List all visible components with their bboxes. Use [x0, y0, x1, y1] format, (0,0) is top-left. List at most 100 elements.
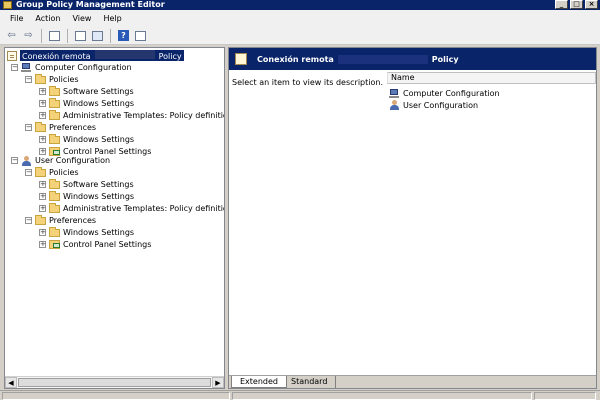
tab-standard[interactable]: Standard: [283, 376, 337, 388]
window-titlebar: Group Policy Management Editor _ □ ×: [0, 0, 600, 10]
tree-user-preferences[interactable]: − Preferences: [25, 214, 97, 226]
tab-extended[interactable]: Extended: [231, 376, 287, 388]
window-controls: _ □ ×: [555, 0, 598, 10]
menu-help[interactable]: Help: [99, 10, 129, 27]
scroll-thumb[interactable]: [18, 378, 211, 387]
export-list-icon[interactable]: [90, 29, 105, 43]
tree-label: Administrative Templates: Policy definit…: [63, 204, 225, 213]
tree-label: Control Panel Settings: [63, 240, 152, 249]
tree-user-pref-control-panel[interactable]: + Control Panel Settings: [39, 239, 151, 250]
window-title: Group Policy Management Editor: [16, 0, 165, 9]
tree-label: Windows Settings: [63, 135, 135, 144]
tree-user-windows-settings[interactable]: + Windows Settings: [39, 190, 135, 202]
redacted-gpo-name: [337, 54, 428, 64]
details-header-title: Conexión remota: [257, 54, 334, 64]
back-arrow-icon[interactable]: ⇦: [4, 29, 19, 43]
tree-label: Windows Settings: [63, 192, 135, 201]
show-hide-action-pane-icon[interactable]: [133, 29, 148, 43]
toolbar-separator: [67, 28, 68, 43]
tree-label: Computer Configuration: [35, 63, 132, 72]
tree-label: Preferences: [49, 216, 97, 225]
tree-computer-windows-settings[interactable]: + Windows Settings: [39, 97, 135, 109]
expand-toggle[interactable]: +: [39, 136, 46, 143]
tree-user-admin-templates[interactable]: + Administrative Templates: Policy defin…: [39, 202, 225, 214]
tree-user-configuration[interactable]: − User Configuration: [11, 155, 110, 166]
toolbar-separator: [110, 28, 111, 43]
tree-label: Software Settings: [63, 87, 134, 96]
menu-action[interactable]: Action: [31, 10, 68, 27]
tree-label: Policies: [49, 168, 79, 177]
tree-label: Windows Settings: [63, 99, 135, 108]
scroll-right-arrow-icon[interactable]: ▶: [212, 377, 224, 388]
tree-root-label[interactable]: Conexión remota Policy: [20, 50, 184, 61]
close-button[interactable]: ×: [585, 0, 598, 9]
user-icon: [389, 100, 400, 110]
tree-horizontal-scrollbar[interactable]: ◀ ▶: [5, 376, 224, 388]
details-pane: Conexión remota Policy Select an item to…: [228, 47, 597, 389]
tree-user-policies[interactable]: − Policies: [25, 166, 79, 178]
expand-toggle[interactable]: +: [39, 205, 46, 212]
collapse-toggle[interactable]: −: [25, 76, 32, 83]
collapse-toggle[interactable]: −: [11, 64, 18, 71]
folder-icon: [49, 178, 60, 189]
details-body: Select an item to view its description. …: [229, 70, 596, 376]
policy-document-icon: [235, 53, 247, 65]
expand-toggle[interactable]: +: [39, 88, 46, 95]
tree-user-pref-windows-settings[interactable]: + Windows Settings: [39, 226, 135, 238]
details-header: Conexión remota Policy: [229, 48, 596, 70]
scroll-left-arrow-icon[interactable]: ◀: [5, 377, 17, 388]
tree-computer-policies[interactable]: − Policies: [25, 73, 79, 85]
status-segment: [2, 392, 230, 400]
tree-root[interactable]: Conexión remota Policy: [7, 50, 184, 61]
tree-computer-preferences[interactable]: − Preferences: [25, 121, 96, 133]
tree-pane[interactable]: Conexión remota Policy − Computer Configu…: [4, 47, 225, 389]
status-segment: [534, 392, 596, 400]
tree-label: Windows Settings: [63, 228, 135, 237]
toolbar: ⇦ ⇨ ?: [0, 27, 600, 45]
expand-toggle[interactable]: +: [39, 148, 46, 155]
expand-toggle[interactable]: +: [39, 112, 46, 119]
tree-computer-configuration[interactable]: − Computer Configuration: [11, 62, 132, 73]
properties-icon[interactable]: [73, 29, 88, 43]
redacted-gpo-name: [94, 50, 155, 59]
items-list[interactable]: Name Computer Configuration User Configu…: [387, 72, 596, 374]
show-hide-tree-icon[interactable]: [47, 29, 62, 43]
computer-icon: [389, 88, 400, 98]
tree-label: Administrative Templates: Policy definit…: [63, 111, 225, 120]
maximize-button[interactable]: □: [570, 0, 583, 9]
collapse-toggle[interactable]: −: [11, 157, 18, 164]
expand-toggle[interactable]: +: [39, 193, 46, 200]
column-header-name[interactable]: Name: [387, 72, 596, 84]
tree-user-software-settings[interactable]: + Software Settings: [39, 178, 134, 190]
list-item[interactable]: User Configuration: [389, 99, 478, 111]
folder-icon: [49, 85, 60, 96]
view-tabs: Extended Standard: [229, 375, 596, 388]
tree-computer-pref-windows-settings[interactable]: + Windows Settings: [39, 133, 135, 145]
folder-icon: [35, 73, 46, 84]
forward-arrow-icon[interactable]: ⇨: [21, 29, 36, 43]
folder-icon: [35, 214, 46, 225]
folder-icon: [49, 202, 60, 213]
menu-view[interactable]: View: [68, 10, 99, 27]
expand-toggle[interactable]: +: [39, 229, 46, 236]
minimize-button[interactable]: _: [555, 0, 568, 9]
folder-icon: [49, 226, 60, 237]
tree-computer-software-settings[interactable]: + Software Settings: [39, 85, 134, 97]
list-item-label: Computer Configuration: [403, 88, 500, 98]
tree-label: User Configuration: [35, 156, 111, 165]
expand-toggle[interactable]: +: [39, 181, 46, 188]
help-icon[interactable]: ?: [116, 29, 131, 43]
collapse-toggle[interactable]: −: [25, 169, 32, 176]
expand-toggle[interactable]: +: [39, 241, 46, 248]
collapse-toggle[interactable]: −: [25, 217, 32, 224]
list-item[interactable]: Computer Configuration: [389, 87, 500, 99]
tree-label: Software Settings: [63, 180, 134, 189]
menu-file[interactable]: File: [6, 10, 31, 27]
expand-toggle[interactable]: +: [39, 100, 46, 107]
folder-icon: [35, 121, 46, 132]
collapse-toggle[interactable]: −: [25, 124, 32, 131]
scroll-track[interactable]: [17, 377, 212, 388]
tree-computer-admin-templates[interactable]: + Administrative Templates: Policy defin…: [39, 109, 225, 121]
folder-icon: [49, 109, 60, 120]
computer-icon: [21, 63, 32, 72]
